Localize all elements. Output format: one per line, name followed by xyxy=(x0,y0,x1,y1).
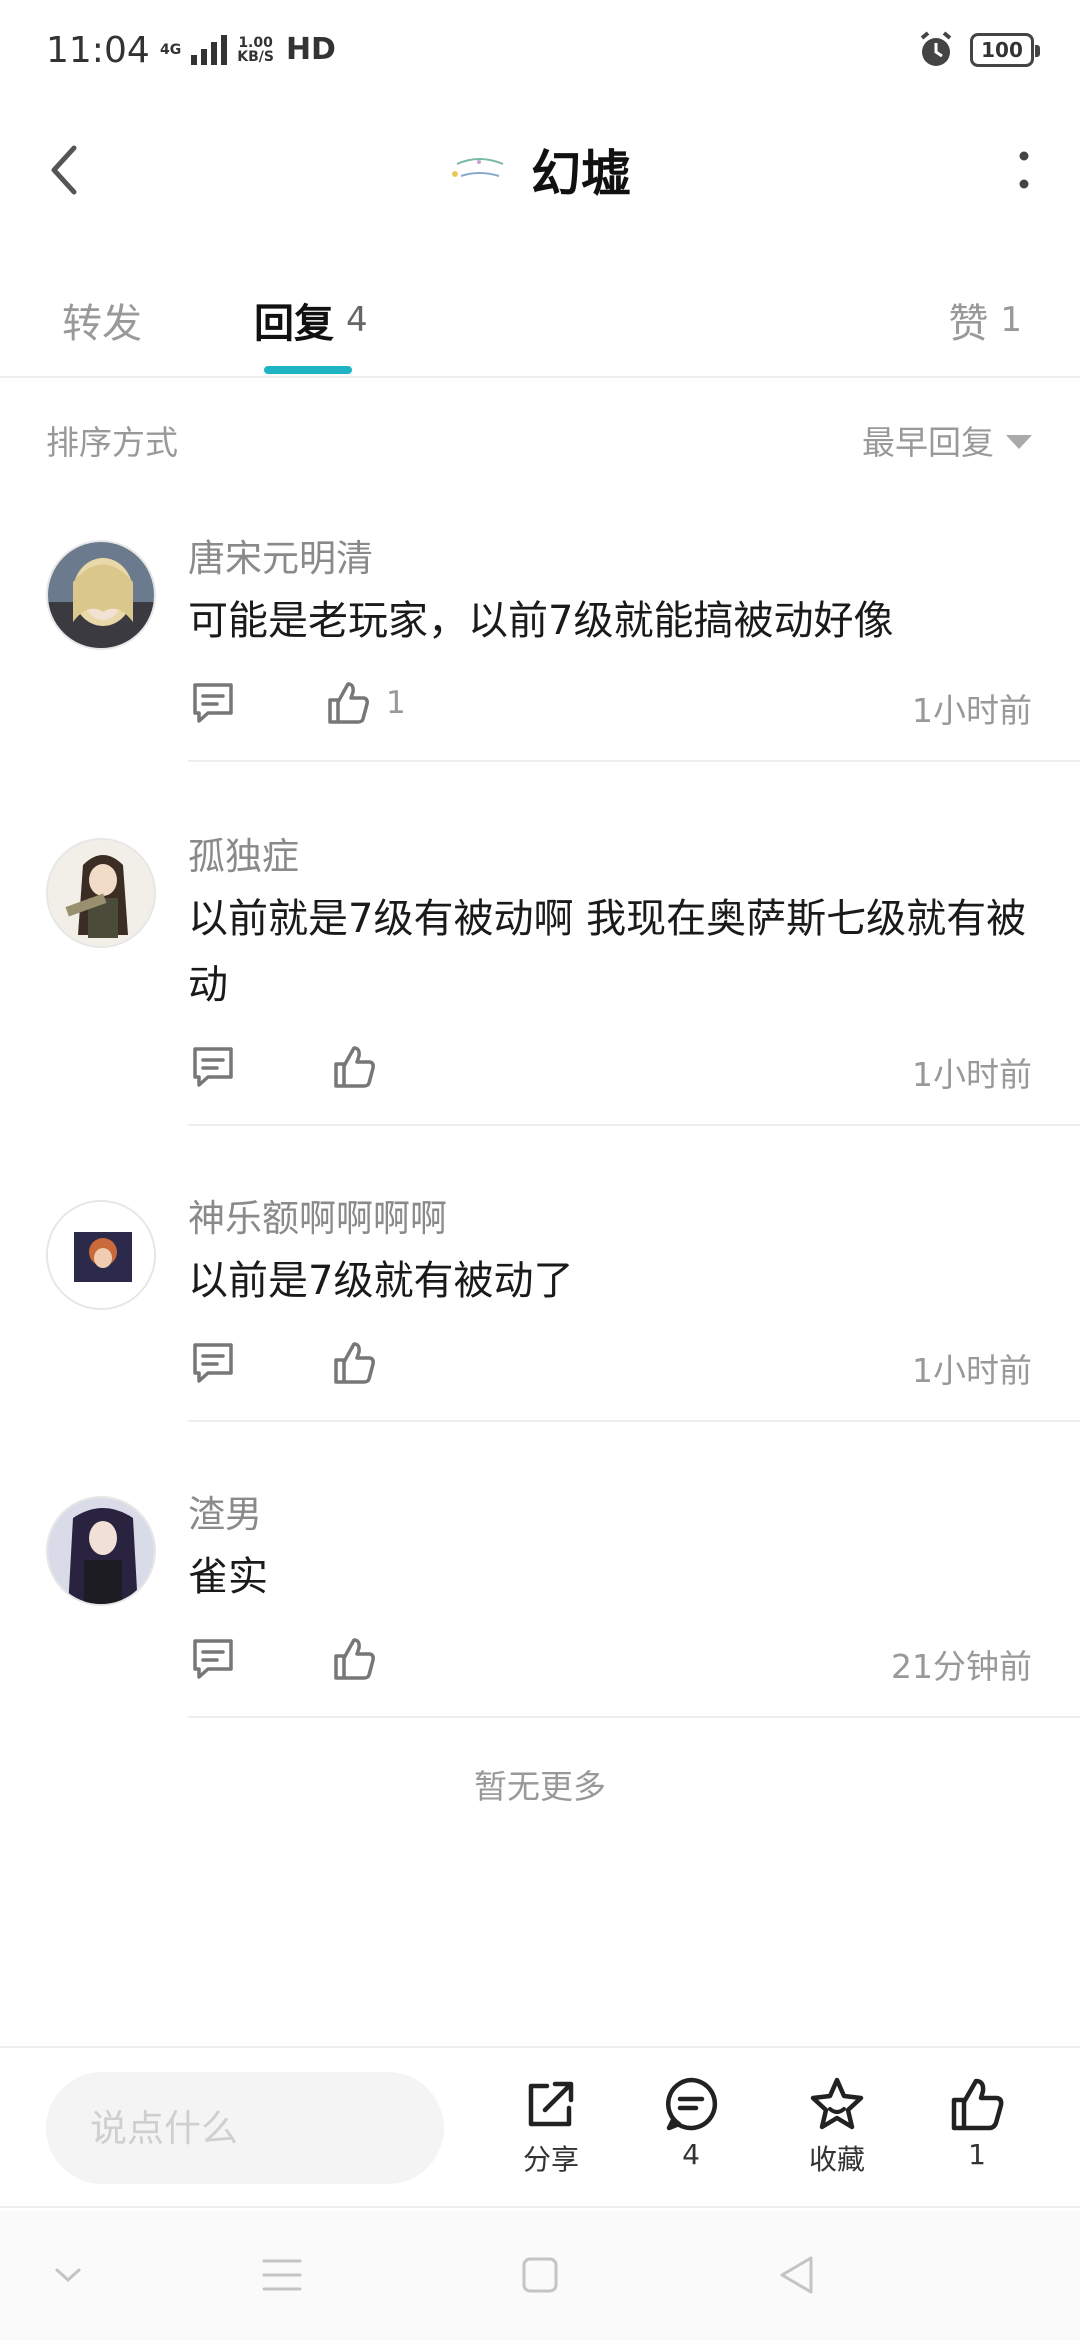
share-button[interactable]: 分享 xyxy=(496,2076,606,2186)
reply-count: 4 xyxy=(346,300,368,340)
comment-text: 雀实 xyxy=(188,1554,268,1600)
hd-indicator: HD xyxy=(285,32,336,67)
comment-username[interactable]: 唐宋元明清 xyxy=(188,528,373,582)
alarm-icon xyxy=(920,31,952,66)
comment-time: 1小时前 xyxy=(912,691,1032,730)
reply-button[interactable] xyxy=(190,1636,236,1682)
sort-selected: 最早回复 xyxy=(862,423,994,462)
comment-icon xyxy=(193,683,233,723)
comment-bubble-icon xyxy=(665,2077,718,2131)
comment-username[interactable]: 渣男 xyxy=(188,1484,262,1538)
status-bar: 11:04 4G 1.00 KB/S HD 100 xyxy=(0,0,1080,110)
like-button[interactable] xyxy=(332,1044,392,1090)
thumbs-up-icon xyxy=(334,1638,375,1680)
like-button[interactable]: 1 xyxy=(326,680,406,726)
square-icon xyxy=(522,2257,558,2293)
like-post-button[interactable]: 1 xyxy=(922,2076,1032,2186)
comment-text: 以前是7级就有被动了 xyxy=(188,1258,574,1304)
like-button[interactable] xyxy=(332,1636,392,1682)
avatar[interactable] xyxy=(46,838,156,948)
divider xyxy=(188,760,1080,762)
divider xyxy=(188,1420,1080,1422)
avatar[interactable] xyxy=(46,1200,156,1310)
comment-count: 4 xyxy=(682,2138,700,2171)
menu-icon xyxy=(262,2259,302,2291)
comment-text: 可能是老玩家，以前7级就能搞被动好像 xyxy=(188,598,894,644)
reply-button[interactable] xyxy=(190,680,236,726)
no-more-notice: 暂无更多 xyxy=(474,1767,606,1806)
thumbs-up-icon xyxy=(951,2078,1004,2131)
system-nav-bar xyxy=(0,2210,1080,2340)
star-icon xyxy=(810,2077,864,2130)
like-count: 1 xyxy=(386,685,406,721)
sort-dropdown[interactable]: 最早回复 xyxy=(862,416,1032,464)
net-speed: 1.00 KB/S xyxy=(237,34,274,65)
game-logo xyxy=(452,158,504,177)
tab-reply[interactable]: 回复 4 xyxy=(254,290,368,350)
reply-button[interactable] xyxy=(190,1340,236,1386)
active-tab-indicator xyxy=(264,366,352,374)
post-like-count: 1 xyxy=(968,2138,986,2171)
bottom-action-bar: 分享 4 收藏 1 xyxy=(0,2046,1080,2208)
comments-button[interactable]: 4 xyxy=(636,2076,746,2186)
nav-home-button[interactable] xyxy=(500,2240,580,2310)
thumbs-up-icon xyxy=(334,1342,375,1384)
status-time: 11:04 xyxy=(46,30,150,71)
favorite-button[interactable]: 收藏 xyxy=(782,2076,892,2186)
comment-text: 以前就是7级有被动啊 我现在奥萨斯七级就有被动 xyxy=(188,896,1027,1008)
thumbs-up-icon xyxy=(328,682,369,724)
chevron-down-icon xyxy=(55,2268,81,2283)
header: 幻墟 xyxy=(0,110,1080,230)
nav-collapse-button[interactable] xyxy=(28,2240,108,2310)
network-status: 4G 1.00 KB/S HD xyxy=(160,32,336,67)
network-type: 4G xyxy=(160,41,182,58)
thumbs-up-icon xyxy=(334,1046,375,1088)
nav-back-button[interactable] xyxy=(756,2240,836,2310)
comment-time: 1小时前 xyxy=(912,1055,1032,1094)
caret-down-icon xyxy=(1006,435,1032,449)
comment-username[interactable]: 孤独症 xyxy=(188,826,299,880)
avatar[interactable] xyxy=(46,540,156,650)
divider xyxy=(188,1716,1080,1718)
sort-bar: 排序方式 最早回复 xyxy=(0,400,1080,470)
sort-label: 排序方式 xyxy=(46,423,178,462)
signal-icon xyxy=(191,34,228,65)
likes-count: 1 xyxy=(1000,300,1022,340)
nav-menu-button[interactable] xyxy=(242,2240,322,2310)
page-title: 幻墟 xyxy=(531,145,631,203)
comment-time: 21分钟前 xyxy=(891,1647,1032,1686)
comment-time: 1小时前 xyxy=(912,1351,1032,1390)
more-button[interactable] xyxy=(994,130,1054,210)
detail-tabs: 转发 回复 4 赞 1 xyxy=(0,270,1080,378)
reply-button[interactable] xyxy=(190,1044,236,1090)
avatar[interactable] xyxy=(46,1496,156,1606)
tab-forward[interactable]: 转发 xyxy=(62,290,142,350)
comment-username[interactable]: 神乐额啊啊啊啊 xyxy=(188,1188,447,1242)
triangle-back-icon xyxy=(780,2256,813,2294)
comment-input[interactable] xyxy=(46,2072,444,2184)
more-vertical-icon xyxy=(1019,151,1029,189)
divider xyxy=(188,1124,1080,1126)
share-icon xyxy=(528,2081,574,2127)
comment-icon xyxy=(193,1047,233,1087)
tab-likes[interactable]: 赞 1 xyxy=(948,290,1022,350)
comment-icon xyxy=(193,1343,233,1383)
battery-indicator: 100 xyxy=(970,33,1040,67)
comment-icon xyxy=(193,1639,233,1679)
like-button[interactable] xyxy=(332,1340,392,1386)
